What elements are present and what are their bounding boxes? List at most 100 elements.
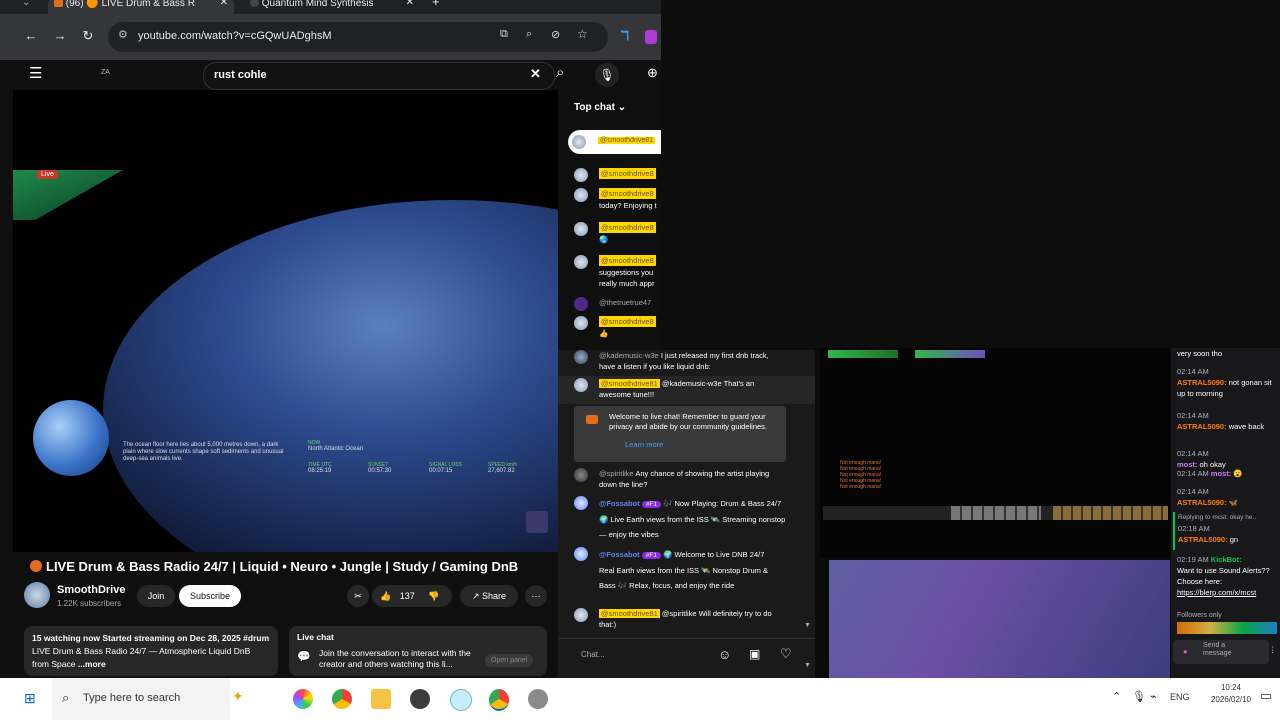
- eye-off-icon[interactable]: ⊘: [551, 28, 560, 41]
- video-title: LIVE Drum & Bass Radio 24/7 | Liquid • N…: [30, 559, 518, 574]
- chat-user: KickBot:: [1210, 555, 1242, 564]
- chat-text: 👍: [599, 329, 609, 338]
- live-badge: Live: [37, 170, 58, 179]
- taskbar-search-placeholder: Type here to search: [83, 692, 181, 704]
- video-player[interactable]: Live The ocean floor here lies about 5,0…: [13, 90, 558, 552]
- clear-search-icon[interactable]: ✕: [530, 66, 541, 82]
- clock-date: 2026/02/10: [1210, 695, 1252, 704]
- super-chat-icon[interactable]: ▣: [749, 647, 760, 661]
- taskbar-search[interactable]: ⌕ Type here to search ✦: [52, 678, 244, 720]
- chat-user: ASTRAL5090:: [1177, 498, 1227, 507]
- zoom-icon[interactable]: ⌕: [526, 28, 532, 41]
- search-icon[interactable]: ⌕: [556, 64, 564, 81]
- scroll-down-icon[interactable]: ▼: [804, 622, 811, 629]
- close-icon[interactable]: ✕: [220, 0, 228, 8]
- more-link[interactable]: ...more: [78, 659, 106, 669]
- youtube-logo[interactable]: ZA: [101, 69, 110, 76]
- clock-time: 10:24: [1220, 683, 1242, 692]
- browser-toolbar: ← → ↻ ⚙ youtube.com/watch?v=cGQwUADghsM …: [0, 14, 661, 60]
- speed-block: SPEED km/h 27,607.82: [488, 462, 517, 474]
- join-button[interactable]: Join: [137, 585, 175, 607]
- extension-icon[interactable]: ℸ: [616, 28, 634, 44]
- url-text: youtube.com/watch?v=cGQwUADghsM: [138, 30, 332, 42]
- chat-time: 02:19 AM: [1177, 555, 1209, 564]
- create-icon[interactable]: ⊕: [647, 65, 658, 81]
- chat-message: @smoothdrive81 @kademusic-w3e That's an …: [558, 376, 815, 404]
- mic-icon[interactable]: ●: [1183, 646, 1188, 657]
- language-indicator[interactable]: ENG: [1170, 692, 1190, 702]
- twitch-message: 02:14 AM most: 😮: [1177, 468, 1277, 479]
- welcome-banner: Welcome to live chat! Remember to guard …: [574, 406, 786, 462]
- like-button[interactable]: 👍 137 👎: [372, 585, 452, 607]
- pinned-message[interactable]: @smoothdrive81: [568, 130, 661, 154]
- open-panel-button[interactable]: Open panel: [485, 654, 534, 667]
- avatar: [574, 608, 588, 622]
- close-icon[interactable]: ✕: [406, 0, 414, 8]
- tab-quantum[interactable]: Quantum Mind Synthesis ✕: [244, 0, 420, 14]
- microphone-icon[interactable]: 🎙: [595, 63, 619, 87]
- top-chat-dropdown[interactable]: Top chat ⌄: [574, 102, 626, 113]
- settings-icon[interactable]: ⋮: [1269, 644, 1277, 655]
- emote-row[interactable]: [1177, 622, 1277, 634]
- twitch-message: 02:14 AM ASTRAL5090: 🦋: [1177, 486, 1277, 508]
- app-icon[interactable]: [528, 689, 548, 709]
- learn-more-link[interactable]: Learn more: [625, 440, 663, 449]
- channel-avatar[interactable]: [24, 582, 50, 608]
- more-actions-icon[interactable]: ⋯: [525, 585, 547, 607]
- chevron-up-icon[interactable]: ⌃: [1112, 690, 1121, 703]
- notification-icon[interactable]: ▭: [1260, 688, 1272, 704]
- emoji-picker-icon[interactable]: ☺: [718, 647, 731, 662]
- tab-drum-bass[interactable]: (96) 🟠 LIVE Drum & Bass R ✕: [48, 0, 234, 14]
- chat-input[interactable]: Chat...: [572, 644, 722, 666]
- chat-user: most:: [1210, 469, 1232, 478]
- address-bar[interactable]: ⚙ youtube.com/watch?v=cGQwUADghsM ⧉ ⌕ ⊘ …: [108, 22, 608, 52]
- now-block: NOW North Atlantic Ocean: [308, 440, 363, 452]
- clock[interactable]: 10:24 2026/02/10: [1206, 682, 1256, 706]
- scroll-down-icon[interactable]: ▼: [804, 662, 811, 669]
- windows-start-icon[interactable]: ⊞: [24, 690, 36, 707]
- thumbs-up-icon: 👍: [380, 591, 392, 601]
- app-icon[interactable]: [450, 689, 472, 711]
- sound-alert-link[interactable]: https://blerp.com/x/mcst: [1177, 587, 1277, 598]
- forward-icon[interactable]: →: [51, 28, 69, 43]
- microphone-icon[interactable]: 🎙: [1132, 690, 1146, 703]
- network-icon[interactable]: ⌁: [1150, 690, 1157, 703]
- obs-icon[interactable]: [410, 689, 430, 709]
- subscribe-button[interactable]: Subscribe: [179, 585, 241, 607]
- thumbs-down-icon[interactable]: 👎: [428, 585, 439, 607]
- action-bar: [823, 506, 1168, 520]
- remix-icon[interactable]: ✂: [347, 585, 369, 607]
- send-message-input[interactable]: ● Send a message: [1173, 640, 1269, 664]
- chevron-down-icon: ⌄: [617, 102, 627, 113]
- heart-icon[interactable]: ♡: [780, 646, 792, 662]
- avatar: [574, 468, 588, 482]
- search-input[interactable]: rust cohle ✕: [203, 62, 555, 90]
- chat-text: Want to use Sound Alerts?? Choose here:: [1177, 566, 1270, 586]
- avatar: [574, 168, 588, 182]
- share-button[interactable]: ↗ Share: [460, 585, 518, 607]
- chrome-icon[interactable]: [332, 689, 352, 709]
- menu-icon[interactable]: ☰: [29, 64, 42, 82]
- extension-purple-icon[interactable]: [645, 30, 657, 44]
- copilot-icon[interactable]: [293, 689, 313, 709]
- star-icon[interactable]: ☆: [577, 27, 588, 41]
- avatar: [574, 188, 588, 202]
- description-box[interactable]: 15 watching now Started streaming on Dec…: [24, 626, 278, 676]
- time-utc-value: 08:25:19: [308, 468, 332, 474]
- new-tab-button[interactable]: +: [432, 0, 440, 11]
- site-info-icon[interactable]: ⚙: [118, 28, 128, 41]
- chat-time: 02:14 AM: [1177, 487, 1209, 496]
- tab-strip: ⌄ (96) 🟠 LIVE Drum & Bass R ✕ Quantum Mi…: [0, 0, 661, 14]
- emoji-icon: 🌏: [599, 235, 609, 244]
- channel-watermark-icon[interactable]: [526, 511, 548, 533]
- open-in-app-icon[interactable]: ⧉: [500, 28, 508, 41]
- chat-user: @smoothdrive8: [599, 222, 656, 233]
- channel-name[interactable]: SmoothDrive: [57, 584, 125, 596]
- followers-only-label: Followers only: [1177, 612, 1222, 619]
- reload-icon[interactable]: ↻: [79, 28, 97, 44]
- sparkle-icon: ✦: [232, 688, 244, 704]
- tab-search-icon[interactable]: ⌄: [22, 0, 30, 12]
- file-explorer-icon[interactable]: [371, 689, 391, 709]
- back-icon[interactable]: ←: [22, 28, 40, 43]
- chrome-icon[interactable]: [489, 689, 509, 711]
